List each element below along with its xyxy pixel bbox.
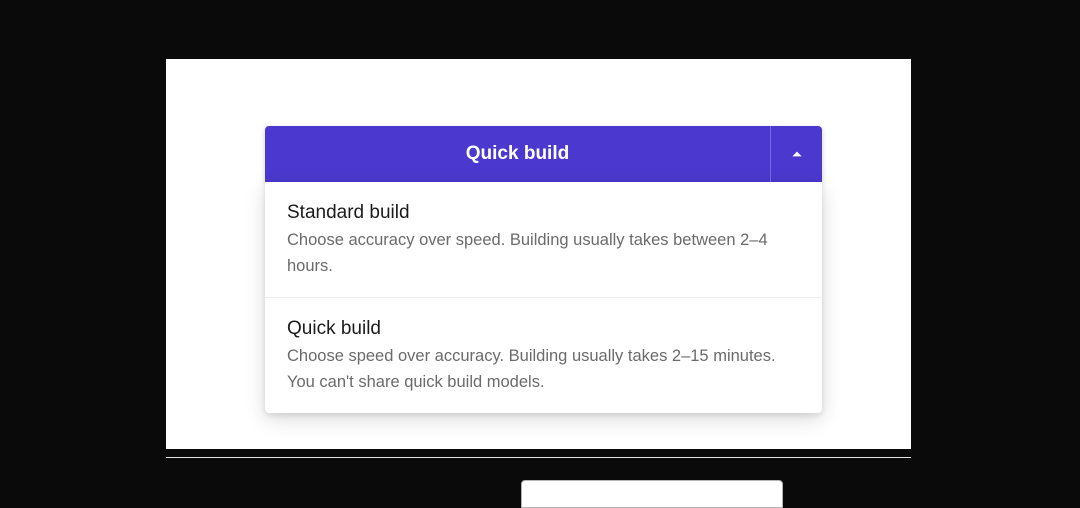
divider-line xyxy=(166,457,911,458)
option-title: Quick build xyxy=(287,318,800,340)
build-type-dropdown-list: Standard build Choose accuracy over spee… xyxy=(265,182,822,413)
dropdown-option-quick-build[interactable]: Quick build Choose speed over accuracy. … xyxy=(265,298,822,413)
option-description: Choose accuracy over speed. Building usu… xyxy=(287,228,800,279)
option-description: Choose speed over accuracy. Building usu… xyxy=(287,344,800,395)
build-type-selected-label: Quick build xyxy=(265,126,770,182)
option-title: Standard build xyxy=(287,202,800,224)
chevron-up-icon[interactable] xyxy=(770,126,822,182)
dropdown-option-standard-build[interactable]: Standard build Choose accuracy over spee… xyxy=(265,182,822,298)
build-type-dropdown: Quick build Standard build Choose accura… xyxy=(265,126,822,413)
build-type-dropdown-button[interactable]: Quick build xyxy=(265,126,822,182)
